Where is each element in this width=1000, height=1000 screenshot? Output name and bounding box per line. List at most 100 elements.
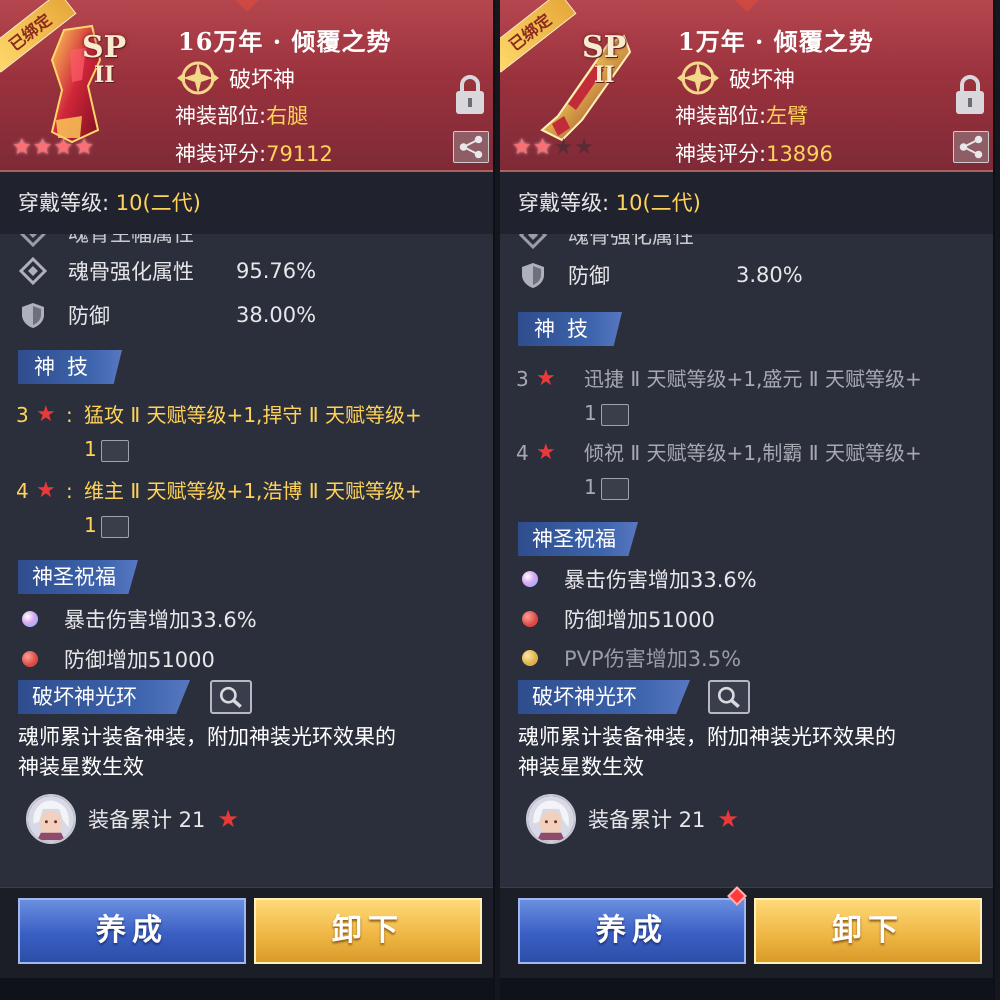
bottom-strip [0, 978, 493, 1000]
magnifier-icon[interactable] [708, 680, 750, 714]
holy-blessing-tab: 神圣祝福 [18, 560, 138, 594]
equip-total-text: 装备累计 21 [88, 808, 206, 832]
aura-desc-line: 魂师累计装备神装，附加神装光环效果的 [18, 725, 396, 749]
stat-value: 3.80% [736, 263, 803, 287]
skill-text-line2: 1 [584, 396, 984, 430]
equip-total-text: 装备累计 21 [588, 808, 706, 832]
item-stars: ★ ★ ★ ★ [12, 137, 94, 159]
equipment-panel-left: 已绑定 SP II ★ ★ ★ ★ 16万年 · 倾覆之势 破坏神 神装部位:右… [0, 0, 495, 1000]
stat-label: 魂骨强化属性 [568, 234, 694, 248]
score-value: 13896 [766, 142, 833, 166]
shield-icon [522, 263, 544, 288]
item-stars: ★ ★ ★ ★ [512, 137, 594, 159]
stat-row: 防御 38.00% [18, 300, 316, 330]
skill-text-line: 迅捷 Ⅱ 天赋等级+1,盛元 Ⅱ 天赋等级+ [584, 367, 922, 391]
magnifier-icon[interactable] [600, 477, 629, 500]
skill-text-tail: 1 [84, 513, 97, 537]
wear-value: 10(二代) [615, 191, 701, 215]
aura-desc-line: 魂师累计装备神装，附加神装光环效果的 [518, 725, 896, 749]
train-button[interactable]: 养成 [518, 898, 746, 964]
skill-text-tail: 1 [584, 475, 597, 499]
skill-text-line2: 1 [84, 432, 484, 466]
score-value: 79112 [266, 142, 333, 166]
skill-star-count: 3 [516, 367, 529, 391]
slot-row: 神装部位:左臂 [675, 100, 808, 130]
train-button[interactable]: 养成 [18, 898, 246, 964]
aura-desc-line: 神装星数生效 [518, 755, 644, 779]
blessing-dot-icon [522, 571, 538, 587]
destruction-god-emblem-icon [677, 61, 719, 95]
stat-value: 38.00% [236, 303, 317, 327]
score-label: 神装评分: [675, 142, 767, 166]
scroll-content[interactable]: 魂骨强化属性 防御 3.80% 神技 3 ★ 迅捷 Ⅱ 天赋等级+1,盛元 Ⅱ … [500, 234, 993, 887]
star-empty-icon: ★ [574, 135, 594, 160]
blessing-row: 防御增加51000 [22, 644, 215, 674]
lock-icon[interactable] [953, 74, 987, 116]
star-icon: ★ [512, 135, 532, 160]
skill-row: 4 ★ 倾祝 Ⅱ 天赋等级+1,制霸 Ⅱ 天赋等级+ 1 [516, 436, 986, 506]
red-star-icon: ★ [36, 478, 56, 503]
god-name: 破坏神 [729, 68, 796, 93]
header-ornament-icon [733, 0, 760, 12]
skill-row: 3 ★ : 猛攻 Ⅱ 天赋等级+1,捍守 Ⅱ 天赋等级+ 1 [16, 398, 486, 468]
action-bar: 养成 卸下 [0, 887, 493, 1000]
slot-row: 神装部位:右腿 [175, 100, 308, 130]
equipment-panel-right: 已绑定 SP II ★ ★ ★ ★ 1万年 · 倾覆之势 破坏神 神装部位:左臂… [500, 0, 995, 1000]
stat-label: 魂骨主幅属性 [68, 234, 194, 246]
equip-total-row: 装备累计 21 ★ [526, 794, 739, 844]
red-star-icon: ★ [36, 402, 56, 427]
blessing-text: 暴击伤害增加33.6% [564, 568, 757, 592]
action-bar: 养成 卸下 [500, 887, 993, 1000]
unequip-button[interactable]: 卸下 [754, 898, 982, 964]
aura-description: 魂师累计装备神装，附加神装光环效果的 神装星数生效 [18, 722, 488, 782]
magnifier-icon[interactable] [600, 403, 629, 426]
wear-level-row: 穿戴等级: 10(二代) [0, 172, 493, 234]
skill-row: 4 ★ : 维主 Ⅱ 天赋等级+1,浩博 Ⅱ 天赋等级+ 1 [16, 474, 486, 544]
scroll-content[interactable]: 魂骨主幅属性 魂骨强化属性 95.76% 防御 38.00% 神技 3 ★ : … [0, 234, 493, 887]
skill-text-line: 倾祝 Ⅱ 天赋等级+1,制霸 Ⅱ 天赋等级+ [584, 441, 922, 465]
magnifier-icon[interactable] [210, 680, 252, 714]
skill-colon: : [66, 403, 73, 427]
item-header: 已绑定 SP II ★ ★ ★ ★ 1万年 · 倾覆之势 破坏神 神装部位:左臂… [500, 0, 993, 172]
red-star-icon: ★ [717, 805, 739, 833]
red-star-icon: ★ [217, 805, 239, 833]
avatar[interactable] [526, 794, 576, 844]
holy-blessing-tab: 神圣祝福 [518, 522, 638, 556]
stat-value: 95.76% [236, 259, 317, 283]
slot-label: 神装部位: [175, 104, 267, 128]
sp-label: SP [582, 30, 627, 65]
wear-level-row: 穿戴等级: 10(二代) [500, 172, 993, 234]
god-row: 破坏神 [675, 58, 795, 98]
score-row: 神装评分:79112 [175, 138, 333, 168]
star-icon: ★ [74, 135, 94, 160]
unequip-button[interactable]: 卸下 [254, 898, 482, 964]
destruction-god-emblem-icon [177, 61, 219, 95]
magnifier-icon[interactable] [100, 439, 129, 462]
blessing-dot-icon [22, 651, 38, 667]
blessing-row: 暴击伤害增加33.6% [22, 604, 257, 634]
skill-text-line2: 1 [84, 508, 484, 542]
aura-desc-line: 神装星数生效 [18, 755, 144, 779]
divine-skill-tab: 神技 [518, 312, 622, 346]
blessing-dot-icon [522, 650, 538, 666]
comparison-view: 已绑定 SP II ★ ★ ★ ★ 16万年 · 倾覆之势 破坏神 神装部位:右… [0, 0, 1000, 1000]
god-row: 破坏神 [175, 58, 295, 98]
skill-text: 猛攻 Ⅱ 天赋等级+1,捍守 Ⅱ 天赋等级+ 1 [84, 398, 484, 466]
item-title: 16万年 · 倾覆之势 [178, 27, 392, 56]
score-row: 神装评分:13896 [675, 138, 833, 168]
lock-icon[interactable] [453, 74, 487, 116]
slot-value: 左臂 [766, 104, 809, 128]
stat-row: 魂骨强化属性 95.76% [18, 256, 316, 286]
skill-text-tail: 1 [584, 401, 597, 425]
avatar[interactable] [26, 794, 76, 844]
bottom-strip [500, 978, 993, 1000]
share-icon[interactable] [953, 131, 989, 163]
slot-label: 神装部位: [675, 104, 767, 128]
magnifier-icon[interactable] [100, 515, 129, 538]
stat-row: 防御 3.80% [518, 260, 803, 290]
wear-label: 穿戴等级: [518, 191, 610, 215]
share-icon[interactable] [453, 131, 489, 163]
skill-text-line2: 1 [584, 470, 984, 504]
skill-star-count: 4 [516, 441, 529, 465]
red-star-icon: ★ [536, 366, 556, 391]
